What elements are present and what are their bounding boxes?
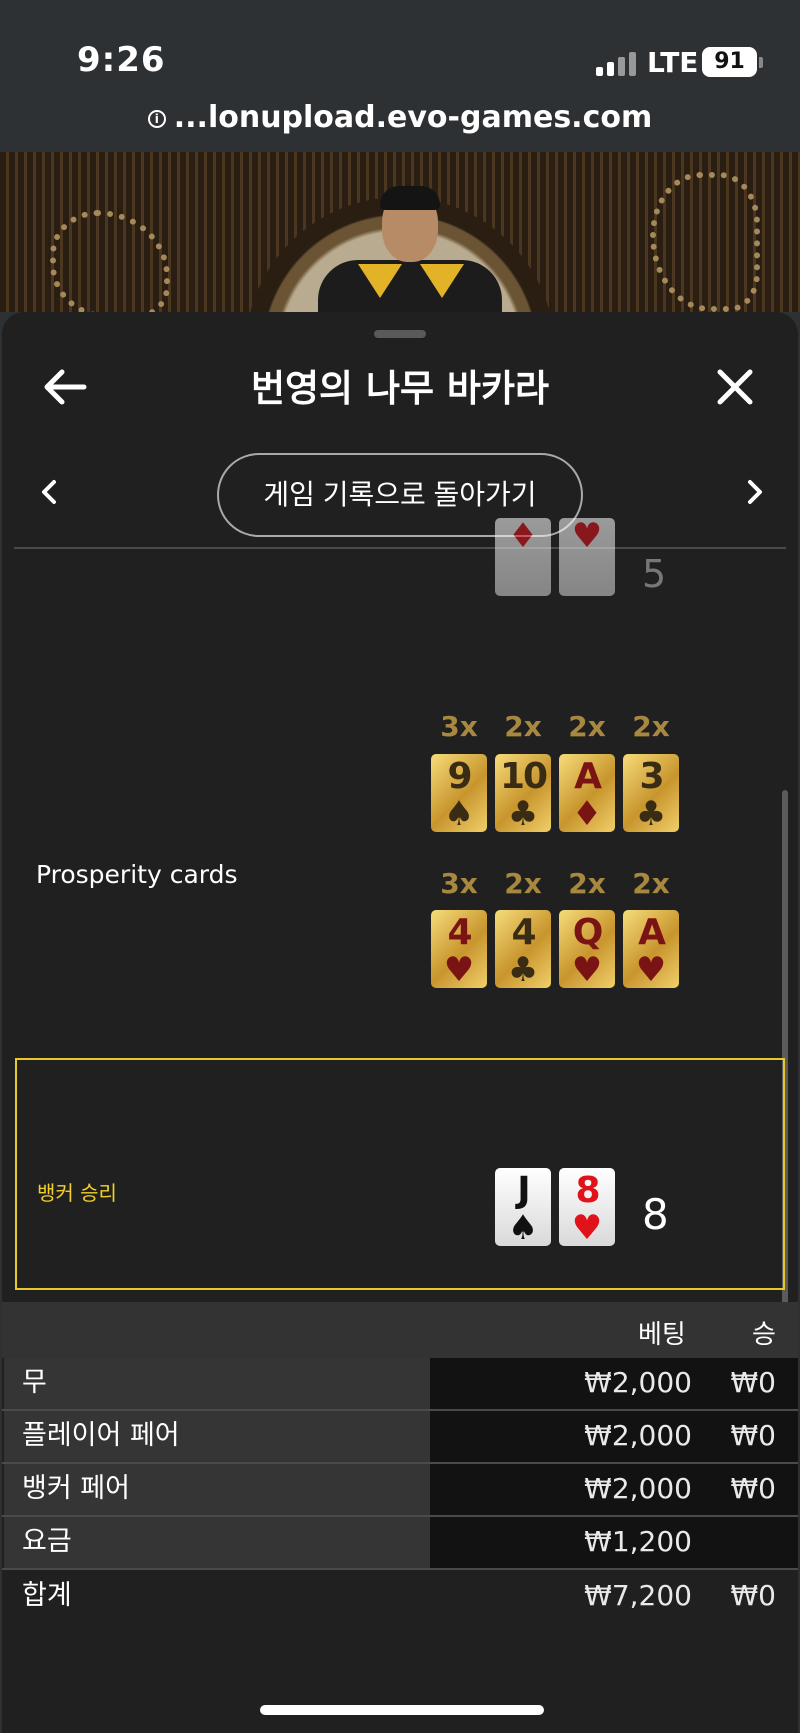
table-row: 요금 ₩1,200 [2,1517,798,1570]
dragon-carving [50,210,170,312]
result-label: 뱅커 승리 [37,1181,117,1205]
multiplier: 2x [568,710,606,743]
multiplier: 2x [504,867,542,900]
battery-icon: 91 [702,47,757,77]
win-amount: ₩0 [730,1472,777,1505]
status-bar: 9:26 LTE 91 [0,0,800,100]
table-header: 베팅 승 [2,1302,798,1358]
bet-name: 요금 [4,1517,430,1568]
bet-amount: ₩2,000 [584,1419,692,1452]
prosperity-card: 4 ♣ [495,910,551,988]
prosperity-card: 9 ♠ [431,754,487,832]
column-win: 승 [752,1320,776,1350]
url-text: ...lonupload.evo-games.com [173,100,653,135]
multiplier: 2x [504,710,542,743]
total-label: 합계 [22,1580,72,1611]
chevron-right-icon[interactable] [740,472,770,512]
table-row: 뱅커 페어 ₩2,000 ₩0 [2,1464,798,1517]
status-time: 9:26 [77,40,166,80]
table-row: 무 ₩2,000 ₩0 [2,1358,798,1411]
dealer-hair [380,186,440,210]
game-detail-sheet: 번영의 나무 바카라 게임 기록으로 돌아가기 ♦ ♥ 5 Prosperity… [2,312,798,1733]
page-title: 번영의 나무 바카라 [250,367,550,410]
dealer-collar [358,264,402,298]
total-row: 합계 ₩7,200 ₩0 [2,1570,798,1626]
prosperity-card: A ♦ [559,754,615,832]
signal-icon [596,50,640,76]
dealer-collar [420,264,464,298]
multiplier: 2x [632,867,670,900]
close-icon[interactable] [710,362,760,412]
win-amount: ₩0 [730,1419,777,1452]
divider [14,547,786,549]
column-bet: 베팅 [638,1320,686,1350]
total-win: ₩0 [730,1579,777,1612]
info-icon[interactable]: i [147,110,166,128]
banker-win-result: 뱅커 승리 J ♠ 8 ♥ 8 [15,1058,785,1290]
bet-name: 뱅커 페어 [4,1464,430,1515]
prosperity-card: 3 ♣ [623,754,679,832]
result-score: 8 [642,1190,669,1239]
home-indicator[interactable] [260,1705,544,1715]
result-card: J ♠ [495,1168,551,1246]
prosperity-card: 10 ♣ [495,754,551,832]
prosperity-card: Q ♥ [559,910,615,988]
prev-card: ♦ [495,518,551,596]
chevron-left-icon[interactable] [34,472,64,512]
prev-card: ♥ [559,518,615,596]
tiger-carving [650,172,760,312]
result-card: 8 ♥ [559,1168,615,1246]
bet-table: 베팅 승 무 ₩2,000 ₩0 플레이어 페어 ₩2,000 ₩0 뱅커 페어… [2,1302,798,1626]
multiplier: 3x [440,867,478,900]
bet-amount: ₩1,200 [584,1525,692,1558]
network-type: LTE [647,46,699,79]
dealer-body [318,260,502,312]
prosperity-label: Prosperity cards [36,860,238,889]
bet-cells: ₩1,200 [430,1517,798,1568]
bet-name: 플레이어 페어 [4,1411,430,1462]
sheet-grabber[interactable] [374,330,426,338]
multiplier: 2x [568,867,606,900]
multiplier: 2x [632,710,670,743]
bet-cells: ₩2,000 ₩0 [430,1358,798,1409]
win-amount: ₩0 [730,1366,777,1399]
bet-name: 무 [4,1358,430,1409]
bet-amount: ₩2,000 [584,1366,692,1399]
bet-amount: ₩2,000 [584,1472,692,1505]
url-bar[interactable]: i ...lonupload.evo-games.com [0,100,800,152]
prosperity-card: A ♥ [623,910,679,988]
multiplier: 3x [440,710,478,743]
total-bet: ₩7,200 [584,1579,692,1612]
prosperity-card: 4 ♥ [431,910,487,988]
bet-cells: ₩2,000 ₩0 [430,1464,798,1515]
table-row: 플레이어 페어 ₩2,000 ₩0 [2,1411,798,1464]
battery-tip [759,57,763,68]
bet-cells: ₩2,000 ₩0 [430,1411,798,1462]
live-video [0,152,800,312]
prev-score: 5 [642,552,667,596]
